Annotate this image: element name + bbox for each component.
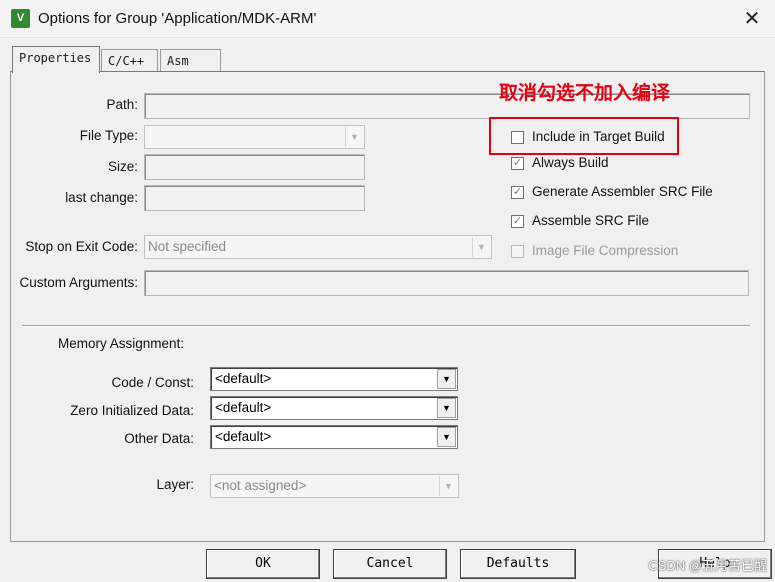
last-change-label: last change: (65, 190, 138, 205)
custom-args-field (144, 270, 749, 296)
include-in-target-build-label: Include in Target Build (532, 129, 665, 144)
include-in-target-build-checkbox[interactable] (511, 131, 524, 144)
window-title: Options for Group 'Application/MDK-ARM' (38, 10, 317, 27)
zero-init-select[interactable]: <default> ▼ (210, 396, 458, 420)
title-bar: V Options for Group 'Application/MDK-ARM… (0, 0, 775, 38)
keil-app-icon: V (11, 9, 30, 28)
tab-c-cpp[interactable]: C/C++ (101, 49, 158, 73)
assemble-src-checkbox[interactable]: ✓ (511, 215, 524, 228)
zero-init-value: <default> (215, 400, 272, 415)
ok-button[interactable]: OK (206, 549, 320, 579)
always-build-label: Always Build (532, 155, 609, 170)
path-label: Path: (106, 97, 138, 112)
size-field (144, 154, 365, 180)
chevron-down-icon: ▼ (345, 127, 363, 147)
stop-on-exit-combo: Not specified ▼ (144, 235, 492, 259)
chevron-down-icon: ▼ (472, 237, 490, 257)
layer-label: Layer: (156, 477, 194, 492)
last-change-field (144, 185, 365, 211)
size-label: Size: (107, 159, 138, 174)
close-button[interactable]: ✕ (739, 6, 765, 32)
watermark: CSDN @五月苦已醒 (648, 558, 767, 573)
code-const-label: Code / Const: (111, 375, 194, 390)
cancel-button[interactable]: Cancel (333, 549, 447, 579)
layer-value: <not assigned> (214, 478, 307, 493)
generate-asm-src-checkbox[interactable]: ✓ (511, 186, 524, 199)
chevron-down-icon: ▼ (439, 476, 457, 496)
image-file-compression-label: Image File Compression (532, 243, 679, 258)
defaults-button[interactable]: Defaults (460, 549, 576, 579)
other-data-select[interactable]: <default> ▼ (210, 425, 458, 449)
tab-properties[interactable]: Properties (12, 46, 100, 73)
chevron-down-icon[interactable]: ▼ (437, 369, 456, 389)
generate-asm-src-label: Generate Assembler SRC File (532, 184, 713, 199)
memory-assignment-heading: Memory Assignment: (58, 336, 185, 351)
separator (22, 325, 750, 327)
assemble-src-label: Assemble SRC File (532, 213, 650, 228)
code-const-value: <default> (215, 371, 272, 386)
file-type-label: File Type: (79, 128, 138, 143)
tab-asm[interactable]: Asm (160, 49, 221, 73)
image-file-compression-checkbox (511, 245, 524, 258)
custom-args-label: Custom Arguments: (19, 275, 138, 290)
stop-on-exit-label: Stop on Exit Code: (25, 239, 138, 254)
layer-select: <not assigned> ▼ (210, 474, 459, 498)
other-data-value: <default> (215, 429, 272, 444)
other-data-label: Other Data: (124, 431, 194, 446)
stop-on-exit-value: Not specified (148, 239, 227, 254)
chevron-down-icon[interactable]: ▼ (437, 427, 456, 447)
zero-init-label: Zero Initialized Data: (70, 403, 194, 418)
chevron-down-icon[interactable]: ▼ (437, 398, 456, 418)
code-const-select[interactable]: <default> ▼ (210, 367, 458, 391)
file-type-combo: ▼ (144, 125, 365, 149)
annotation-text: 取消勾选不加入编译 (499, 83, 671, 104)
always-build-checkbox[interactable]: ✓ (511, 157, 524, 170)
